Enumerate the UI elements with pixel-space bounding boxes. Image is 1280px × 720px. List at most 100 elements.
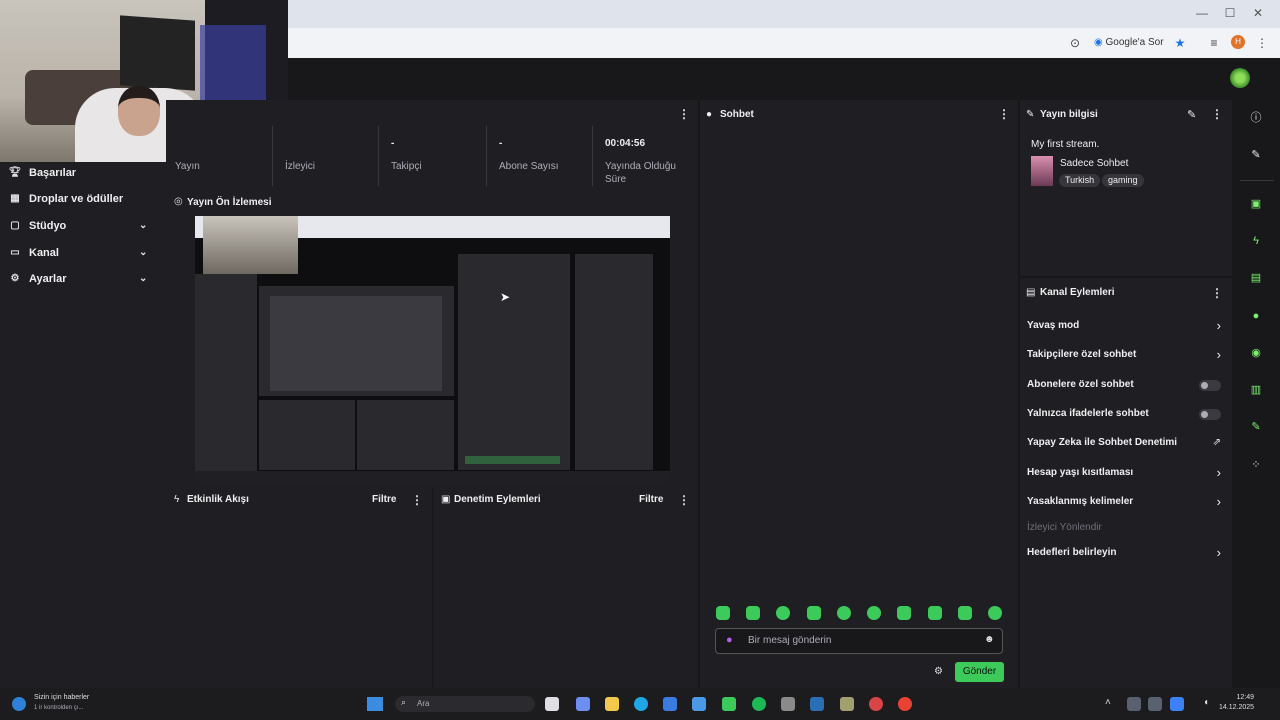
user-avatar[interactable] — [1230, 68, 1250, 88]
chat-message-input[interactable]: Bir mesaj gönderin — [715, 628, 1003, 654]
emote-only-toggle[interactable] — [1199, 409, 1221, 420]
action-subscribers-only[interactable]: Abonelere özel sohbet — [1027, 375, 1227, 395]
task-view-icon[interactable] — [545, 697, 559, 711]
event-feed-menu-icon[interactable]: ⋮ — [411, 493, 423, 507]
action-followers-only[interactable]: Takipçilere özel sohbet › — [1027, 345, 1227, 365]
chevron-right-icon: › — [1216, 465, 1221, 480]
stream-category[interactable]: Sadece Sohbet — [1060, 158, 1128, 169]
cloud-icon[interactable] — [1148, 697, 1162, 711]
emoji-picker-icon[interactable]: ☻ — [984, 634, 995, 645]
studio-icon: ▢ — [10, 220, 20, 231]
subscribers-only-toggle[interactable] — [1199, 380, 1221, 391]
obs-icon[interactable] — [869, 697, 883, 711]
webcam-tv — [120, 15, 195, 91]
media-app-icon[interactable] — [781, 697, 795, 711]
game-app-icon[interactable] — [722, 697, 736, 711]
wrench-icon[interactable]: ✎ — [1247, 418, 1265, 436]
emote-icon[interactable] — [988, 606, 1002, 620]
app-icon[interactable] — [692, 697, 706, 711]
chat-settings-icon[interactable]: ⚙ — [934, 666, 943, 677]
stream-health-icon[interactable]: ▣ — [1247, 195, 1265, 213]
action-set-goals[interactable]: Hedefleri belirleyin › — [1027, 543, 1227, 563]
microphone-icon[interactable]: ● — [726, 634, 733, 646]
preview-webcam — [203, 216, 298, 274]
channel-icon: ▭ — [10, 247, 20, 258]
emote-icon[interactable] — [837, 606, 851, 620]
send-button[interactable]: Gönder — [955, 662, 1004, 682]
tag-turkish[interactable]: Turkish — [1059, 174, 1101, 187]
news-widget[interactable]: Sizin için haberler 1 ir kontrolden çı..… — [34, 693, 89, 713]
action-slow-mode[interactable]: Yavaş mod › — [1027, 316, 1227, 336]
broadcast-icon[interactable]: ◉ — [1247, 344, 1265, 362]
mod-actions-menu-icon[interactable]: ⋮ — [678, 493, 690, 507]
action-banned-words[interactable]: Yasaklanmış kelimeler › — [1027, 492, 1227, 512]
document-icon[interactable]: ▤ — [1247, 269, 1265, 287]
taskbar-search-input[interactable]: Ara — [395, 696, 535, 712]
sidebar-item-achievements[interactable]: 🏆︎ Başarılar — [0, 160, 166, 186]
steam-icon[interactable] — [810, 697, 824, 711]
microphone-tray-icon[interactable] — [1170, 697, 1184, 711]
viewer-redirect-section: İzleyici Yönlendir — [1027, 522, 1102, 533]
close-icon[interactable]: ✕ — [1250, 6, 1266, 20]
reading-list-icon[interactable]: ≡ — [1207, 34, 1221, 52]
windows-start-icon[interactable] — [367, 697, 383, 711]
emote-icon[interactable] — [867, 606, 881, 620]
widgets-icon[interactable]: ⁘ — [1247, 456, 1265, 474]
category-thumbnail[interactable] — [1031, 156, 1053, 186]
action-account-age[interactable]: Hesap yaşı kısıtlaması › — [1027, 463, 1227, 483]
tray-chevron-up-icon[interactable]: ˄ — [1105, 697, 1111, 708]
taskbar-clock[interactable]: 12:49 14.12.2025 — [1219, 693, 1254, 713]
stat-uptime: 00:04:56 Yayında Olduğu Süre — [592, 126, 698, 186]
sidebar-item-channel[interactable]: ▭ Kanal ⌄ — [0, 240, 166, 266]
emote-icon[interactable] — [776, 606, 790, 620]
chat-icon[interactable]: ● — [1247, 307, 1265, 325]
sidebar-item-studio[interactable]: ▢ Stüdyo ⌄ — [0, 213, 166, 239]
browser-menu-icon[interactable]: ⋮ — [1255, 34, 1269, 52]
edge-icon[interactable] — [634, 697, 648, 711]
tag-gaming[interactable]: gaming — [1102, 174, 1144, 187]
sidebar-item-settings[interactable]: ⚙ Ayarlar ⌄ — [0, 266, 166, 292]
bookmark-star-icon[interactable]: ★ — [1173, 34, 1187, 52]
chrome-icon[interactable] — [898, 697, 912, 711]
minimize-icon[interactable]: — — [1194, 6, 1210, 20]
chat-menu-icon[interactable]: ⋮ — [998, 107, 1010, 121]
notes-app-icon[interactable] — [840, 697, 854, 711]
preview-title: Yayın Ön İzlemesi — [187, 197, 272, 208]
emote-icon[interactable] — [958, 606, 972, 620]
external-link-icon: ⇗ — [1212, 437, 1221, 448]
layout-icon[interactable]: ▥ — [1247, 381, 1265, 399]
spotify-icon[interactable] — [752, 697, 766, 711]
info-icon[interactable]: ⓘ — [1247, 109, 1265, 127]
google-lens-button[interactable]: ◉ Google'a Sor — [1094, 34, 1164, 52]
file-explorer-icon[interactable] — [605, 697, 619, 711]
reader-mode-icon[interactable]: ⊙ — [1068, 34, 1082, 52]
channel-actions-menu-icon[interactable]: ⋮ — [1211, 286, 1223, 300]
action-ai-moderation[interactable]: Yapay Zeka ile Sohbet Denetimi ⇗ — [1027, 433, 1227, 453]
emote-icon[interactable] — [928, 606, 942, 620]
preview-mini-emotes — [465, 456, 560, 464]
stream-info-menu-icon[interactable]: ⋮ — [1211, 107, 1223, 121]
emote-icon[interactable] — [807, 606, 821, 620]
copilot-icon[interactable] — [576, 697, 590, 711]
edit-pencil-icon[interactable]: ✎ — [1187, 108, 1196, 121]
event-feed-filter-button[interactable]: Filtre — [372, 494, 396, 505]
pencil-icon[interactable]: ✎ — [1247, 146, 1265, 164]
preview-taskbar — [195, 471, 670, 483]
maximize-icon[interactable]: ☐ — [1222, 6, 1238, 20]
sidebar-item-drops[interactable]: ▦ Droplar ve ödüller — [0, 186, 166, 212]
emote-icon[interactable] — [746, 606, 760, 620]
news-weather-icon[interactable] — [12, 697, 26, 711]
browser-profile-avatar[interactable]: H — [1231, 35, 1245, 49]
stream-preview-video[interactable]: ➤ — [195, 216, 670, 483]
mod-actions-filter-button[interactable]: Filtre — [639, 494, 663, 505]
volume-icon[interactable]: ◖ — [1203, 697, 1209, 708]
emote-icon[interactable] — [897, 606, 911, 620]
lightning-icon[interactable]: ϟ — [1247, 232, 1265, 250]
stats-menu-icon[interactable]: ⋮ — [678, 107, 690, 121]
tray-app-icon[interactable] — [1127, 697, 1141, 711]
preview-nested-video — [270, 296, 442, 391]
emote-icon[interactable] — [716, 606, 730, 620]
preview-mini-chat — [458, 254, 570, 470]
action-emote-only[interactable]: Yalnızca ifadelerle sohbet — [1027, 404, 1227, 424]
store-icon[interactable] — [663, 697, 677, 711]
